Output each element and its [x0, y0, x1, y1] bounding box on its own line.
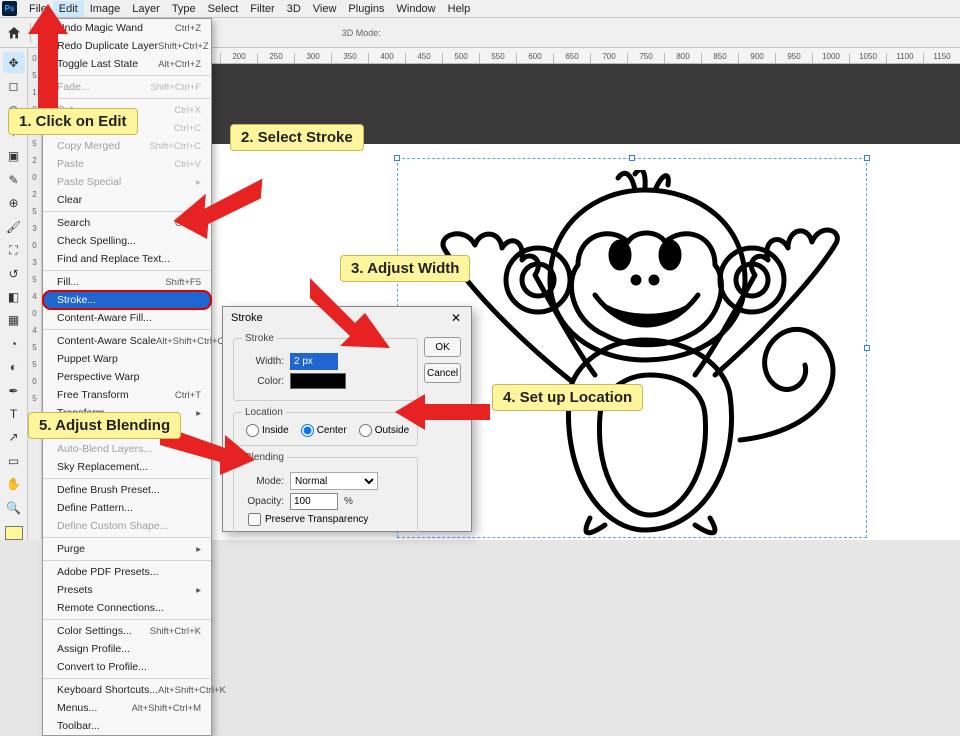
tool-crop[interactable]: ▣ — [3, 146, 25, 167]
color-swatch[interactable] — [290, 373, 346, 389]
tool-brush[interactable]: 🖌 — [3, 216, 25, 237]
color-label: Color: — [242, 376, 284, 387]
option-3d-mode: 3D Mode: — [342, 28, 381, 38]
tool-history[interactable]: ↺ — [3, 263, 25, 284]
edit-menu-item: Define Custom Shape... — [43, 517, 211, 535]
arrow-4 — [395, 394, 495, 439]
edit-menu-item[interactable]: Content-Aware Fill... — [43, 309, 211, 327]
callout-2: 2. Select Stroke — [230, 124, 364, 151]
app-logo: Ps — [2, 1, 17, 16]
foreground-swatch[interactable] — [5, 526, 23, 540]
location-center[interactable]: Center — [301, 424, 347, 437]
tool-zoom[interactable]: 🔍 — [3, 497, 25, 518]
tool-path[interactable]: ↗ — [3, 427, 25, 448]
menu-view[interactable]: View — [307, 1, 343, 17]
edit-menu-item[interactable]: Stroke... — [43, 291, 211, 309]
menu-layer[interactable]: Layer — [126, 1, 166, 17]
edit-menu-item[interactable]: Color Settings...Shift+Ctrl+K — [43, 622, 211, 640]
mode-select[interactable]: Normal — [290, 472, 378, 490]
edit-menu-item[interactable]: Purge▸ — [43, 540, 211, 558]
menu-type[interactable]: Type — [166, 1, 202, 17]
tool-eyedrop[interactable]: ✎ — [3, 169, 25, 190]
cancel-button[interactable]: Cancel — [424, 363, 461, 383]
canvas-artwork — [410, 170, 860, 540]
edit-menu-item[interactable]: Define Pattern... — [43, 499, 211, 517]
callout-1: 1. Click on Edit — [8, 108, 138, 135]
tool-stamp[interactable]: ⛶ — [3, 239, 25, 260]
menubar: Ps File Edit Image Layer Type Select Fil… — [0, 0, 960, 18]
tool-marquee[interactable]: ◻ — [3, 75, 25, 96]
stroke-legend: Stroke — [242, 333, 277, 344]
menu-window[interactable]: Window — [391, 1, 442, 17]
menu-help[interactable]: Help — [442, 1, 477, 17]
tool-type[interactable]: T — [3, 403, 25, 424]
home-icon[interactable] — [6, 25, 22, 41]
edit-menu-item[interactable]: Menus...Alt+Shift+Ctrl+M — [43, 699, 211, 717]
tool-move[interactable]: ✥ — [3, 52, 25, 73]
preserve-label: Preserve Transparency — [265, 514, 368, 525]
arrow-1 — [28, 4, 88, 119]
edit-menu-item[interactable]: Convert to Profile... — [43, 658, 211, 676]
menu-image[interactable]: Image — [84, 1, 127, 17]
edit-menu-item[interactable]: Remote Connections... — [43, 599, 211, 617]
edit-menu-item[interactable]: Presets▸ — [43, 581, 211, 599]
tool-pen[interactable]: ✒ — [3, 380, 25, 401]
width-label: Width: — [242, 356, 284, 367]
arrow-2 — [175, 170, 265, 245]
opacity-input[interactable] — [290, 493, 338, 510]
edit-menu-item[interactable]: Find and Replace Text... — [43, 250, 211, 268]
menu-plugins[interactable]: Plugins — [342, 1, 390, 17]
location-group: Location Inside Center Outside — [233, 407, 418, 446]
tool-dodge[interactable]: ◐ — [3, 356, 25, 377]
menu-filter[interactable]: Filter — [244, 1, 280, 17]
opacity-suffix: % — [344, 496, 353, 507]
location-legend: Location — [242, 407, 286, 418]
edit-menu-item[interactable]: Content-Aware ScaleAlt+Shift+Ctrl+C — [43, 332, 211, 350]
tool-gradient[interactable]: ▦ — [3, 310, 25, 331]
blending-group: Blending Mode: Normal Opacity: % Preserv… — [233, 452, 418, 535]
callout-5: 5. Adjust Blending — [28, 412, 181, 439]
tool-eraser[interactable]: ◧ — [3, 286, 25, 307]
tool-shape[interactable]: ▭ — [3, 450, 25, 471]
edit-menu-item[interactable]: Free TransformCtrl+T — [43, 386, 211, 404]
edit-menu-item[interactable]: Puppet Warp — [43, 350, 211, 368]
menu-3d[interactable]: 3D — [281, 1, 307, 17]
edit-menu-item[interactable]: Perspective Warp — [43, 368, 211, 386]
edit-menu-item[interactable]: Fill...Shift+F5 — [43, 273, 211, 291]
edit-menu-item[interactable]: Toolbar... — [43, 717, 211, 735]
ok-button[interactable]: OK — [424, 337, 461, 357]
arrow-3 — [300, 278, 390, 363]
tool-hand[interactable]: ✋ — [3, 474, 25, 495]
edit-menu-item[interactable]: Assign Profile... — [43, 640, 211, 658]
opacity-label: Opacity: — [242, 496, 284, 507]
dialog-title: Stroke — [231, 312, 263, 324]
dialog-close-button[interactable]: ✕ — [449, 311, 463, 325]
edit-menu-item[interactable]: Keyboard Shortcuts...Alt+Shift+Ctrl+K — [43, 681, 211, 699]
callout-4: 4. Set up Location — [492, 384, 643, 411]
menu-select[interactable]: Select — [202, 1, 245, 17]
tool-blur[interactable]: ◔ — [3, 333, 25, 354]
tool-heal[interactable]: ⊕ — [3, 193, 25, 214]
edit-menu-item: Copy MergedShift+Ctrl+C — [43, 137, 211, 155]
preserve-transparency-checkbox[interactable] — [248, 513, 261, 526]
edit-menu-item[interactable]: Adobe PDF Presets... — [43, 563, 211, 581]
callout-3: 3. Adjust Width — [340, 255, 470, 282]
